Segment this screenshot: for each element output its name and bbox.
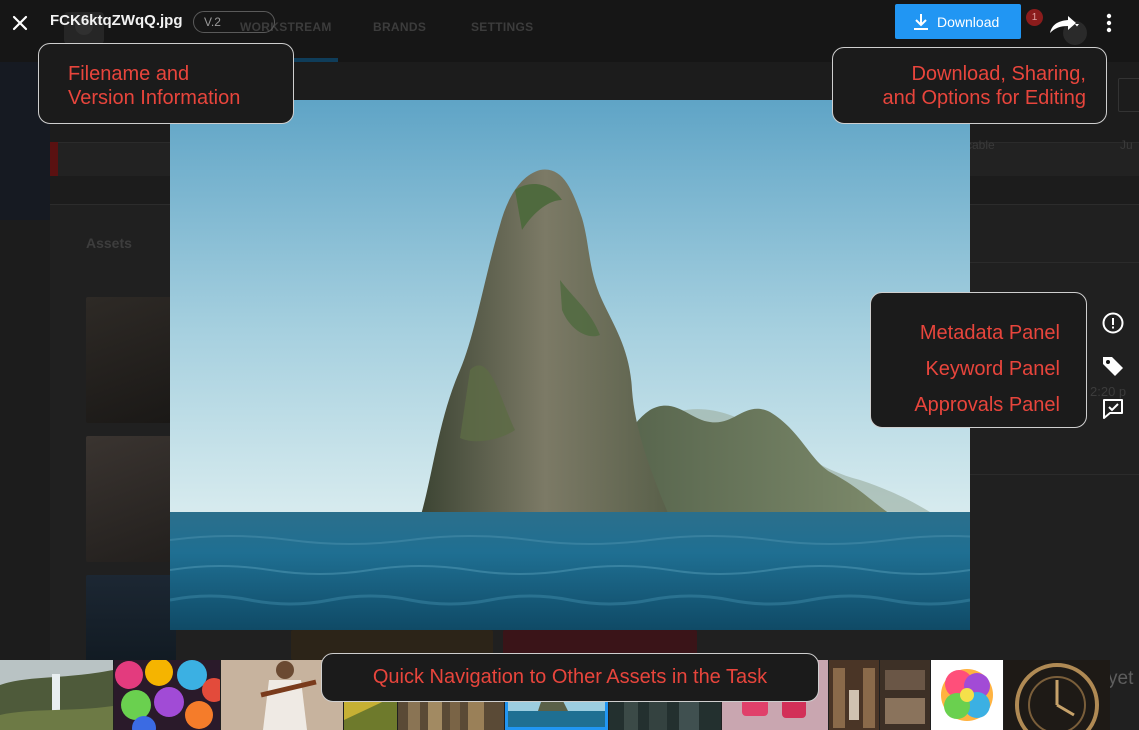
filmstrip-thumb-roses[interactable]: [114, 660, 220, 730]
background-asset-thumb: [86, 436, 176, 562]
callout-side-panels: Metadata Panel Keyword Panel Approvals P…: [870, 292, 1087, 428]
flower-thumbnail: [931, 660, 1003, 730]
island-photo: [170, 100, 970, 630]
library-thumbnail: [829, 660, 879, 730]
callout-filename-version: Filename and Version Information: [38, 43, 294, 124]
filmstrip-thumb-flower[interactable]: [931, 660, 1003, 730]
background-tab-settings: SETTINGS: [471, 20, 534, 34]
background-asset-thumb: [86, 575, 176, 665]
background-divider: [960, 474, 1139, 475]
filmstrip-thumb-waterfall[interactable]: [0, 660, 113, 730]
version-selector[interactable]: V.2: [193, 11, 275, 33]
callout-line: Filename and: [68, 63, 190, 85]
background-snippet: yet: [1108, 668, 1134, 689]
share-icon: [1050, 16, 1079, 33]
more-vertical-icon: [1106, 13, 1112, 33]
callout-approvals: Approvals Panel: [914, 394, 1060, 416]
background-status-bar: [50, 142, 58, 176]
filmstrip-thumb-library[interactable]: [829, 660, 879, 730]
asset-preview-image[interactable]: [170, 100, 970, 630]
callout-quick-navigation: Quick Navigation to Other Assets in the …: [321, 653, 819, 702]
background-input: [1118, 78, 1139, 112]
filmstrip-thumb-clock[interactable]: [1004, 660, 1110, 730]
callout-line: Download, Sharing,: [911, 63, 1086, 85]
approval-check-icon: [1103, 399, 1123, 419]
background-tab-brands: BRANDS: [373, 20, 427, 34]
tag-icon: [1103, 357, 1123, 376]
close-button[interactable]: [6, 9, 34, 37]
download-icon: [914, 13, 928, 30]
callout-download-sharing: Download, Sharing, and Options for Editi…: [832, 47, 1107, 124]
roses-thumbnail: [114, 660, 220, 730]
background-divider: [960, 262, 1139, 263]
background-row-text: cable: [966, 138, 995, 152]
background-asset-thumb: [86, 297, 176, 423]
keyword-panel-button[interactable]: [1100, 353, 1126, 379]
background-row-date: Ju: [1120, 138, 1133, 152]
cafe-thumbnail: [880, 660, 930, 730]
notification-badge: 1: [1026, 9, 1043, 26]
filmstrip-thumb-cafe[interactable]: [880, 660, 930, 730]
filename-title: FCK6ktqZWqQ.jpg: [50, 12, 183, 29]
close-icon: [12, 15, 28, 31]
callout-line: and Options for Editing: [882, 87, 1086, 109]
share-button[interactable]: [1046, 12, 1082, 36]
waterfall-thumbnail: [0, 660, 113, 730]
callout-keyword: Keyword Panel: [925, 358, 1060, 380]
version-label: V.2: [204, 15, 221, 29]
more-options-button[interactable]: [1098, 10, 1120, 36]
alert-circle-icon: [1102, 312, 1124, 334]
background-assets-heading: Assets: [86, 235, 132, 251]
download-button[interactable]: Download: [895, 4, 1021, 39]
callout-line: Version Information: [68, 87, 241, 109]
download-label: Download: [937, 13, 1000, 30]
metadata-panel-button[interactable]: [1100, 310, 1126, 336]
approvals-panel-button[interactable]: [1100, 396, 1126, 422]
callout-metadata: Metadata Panel: [919, 322, 1060, 344]
clock-thumbnail: [1004, 660, 1110, 730]
